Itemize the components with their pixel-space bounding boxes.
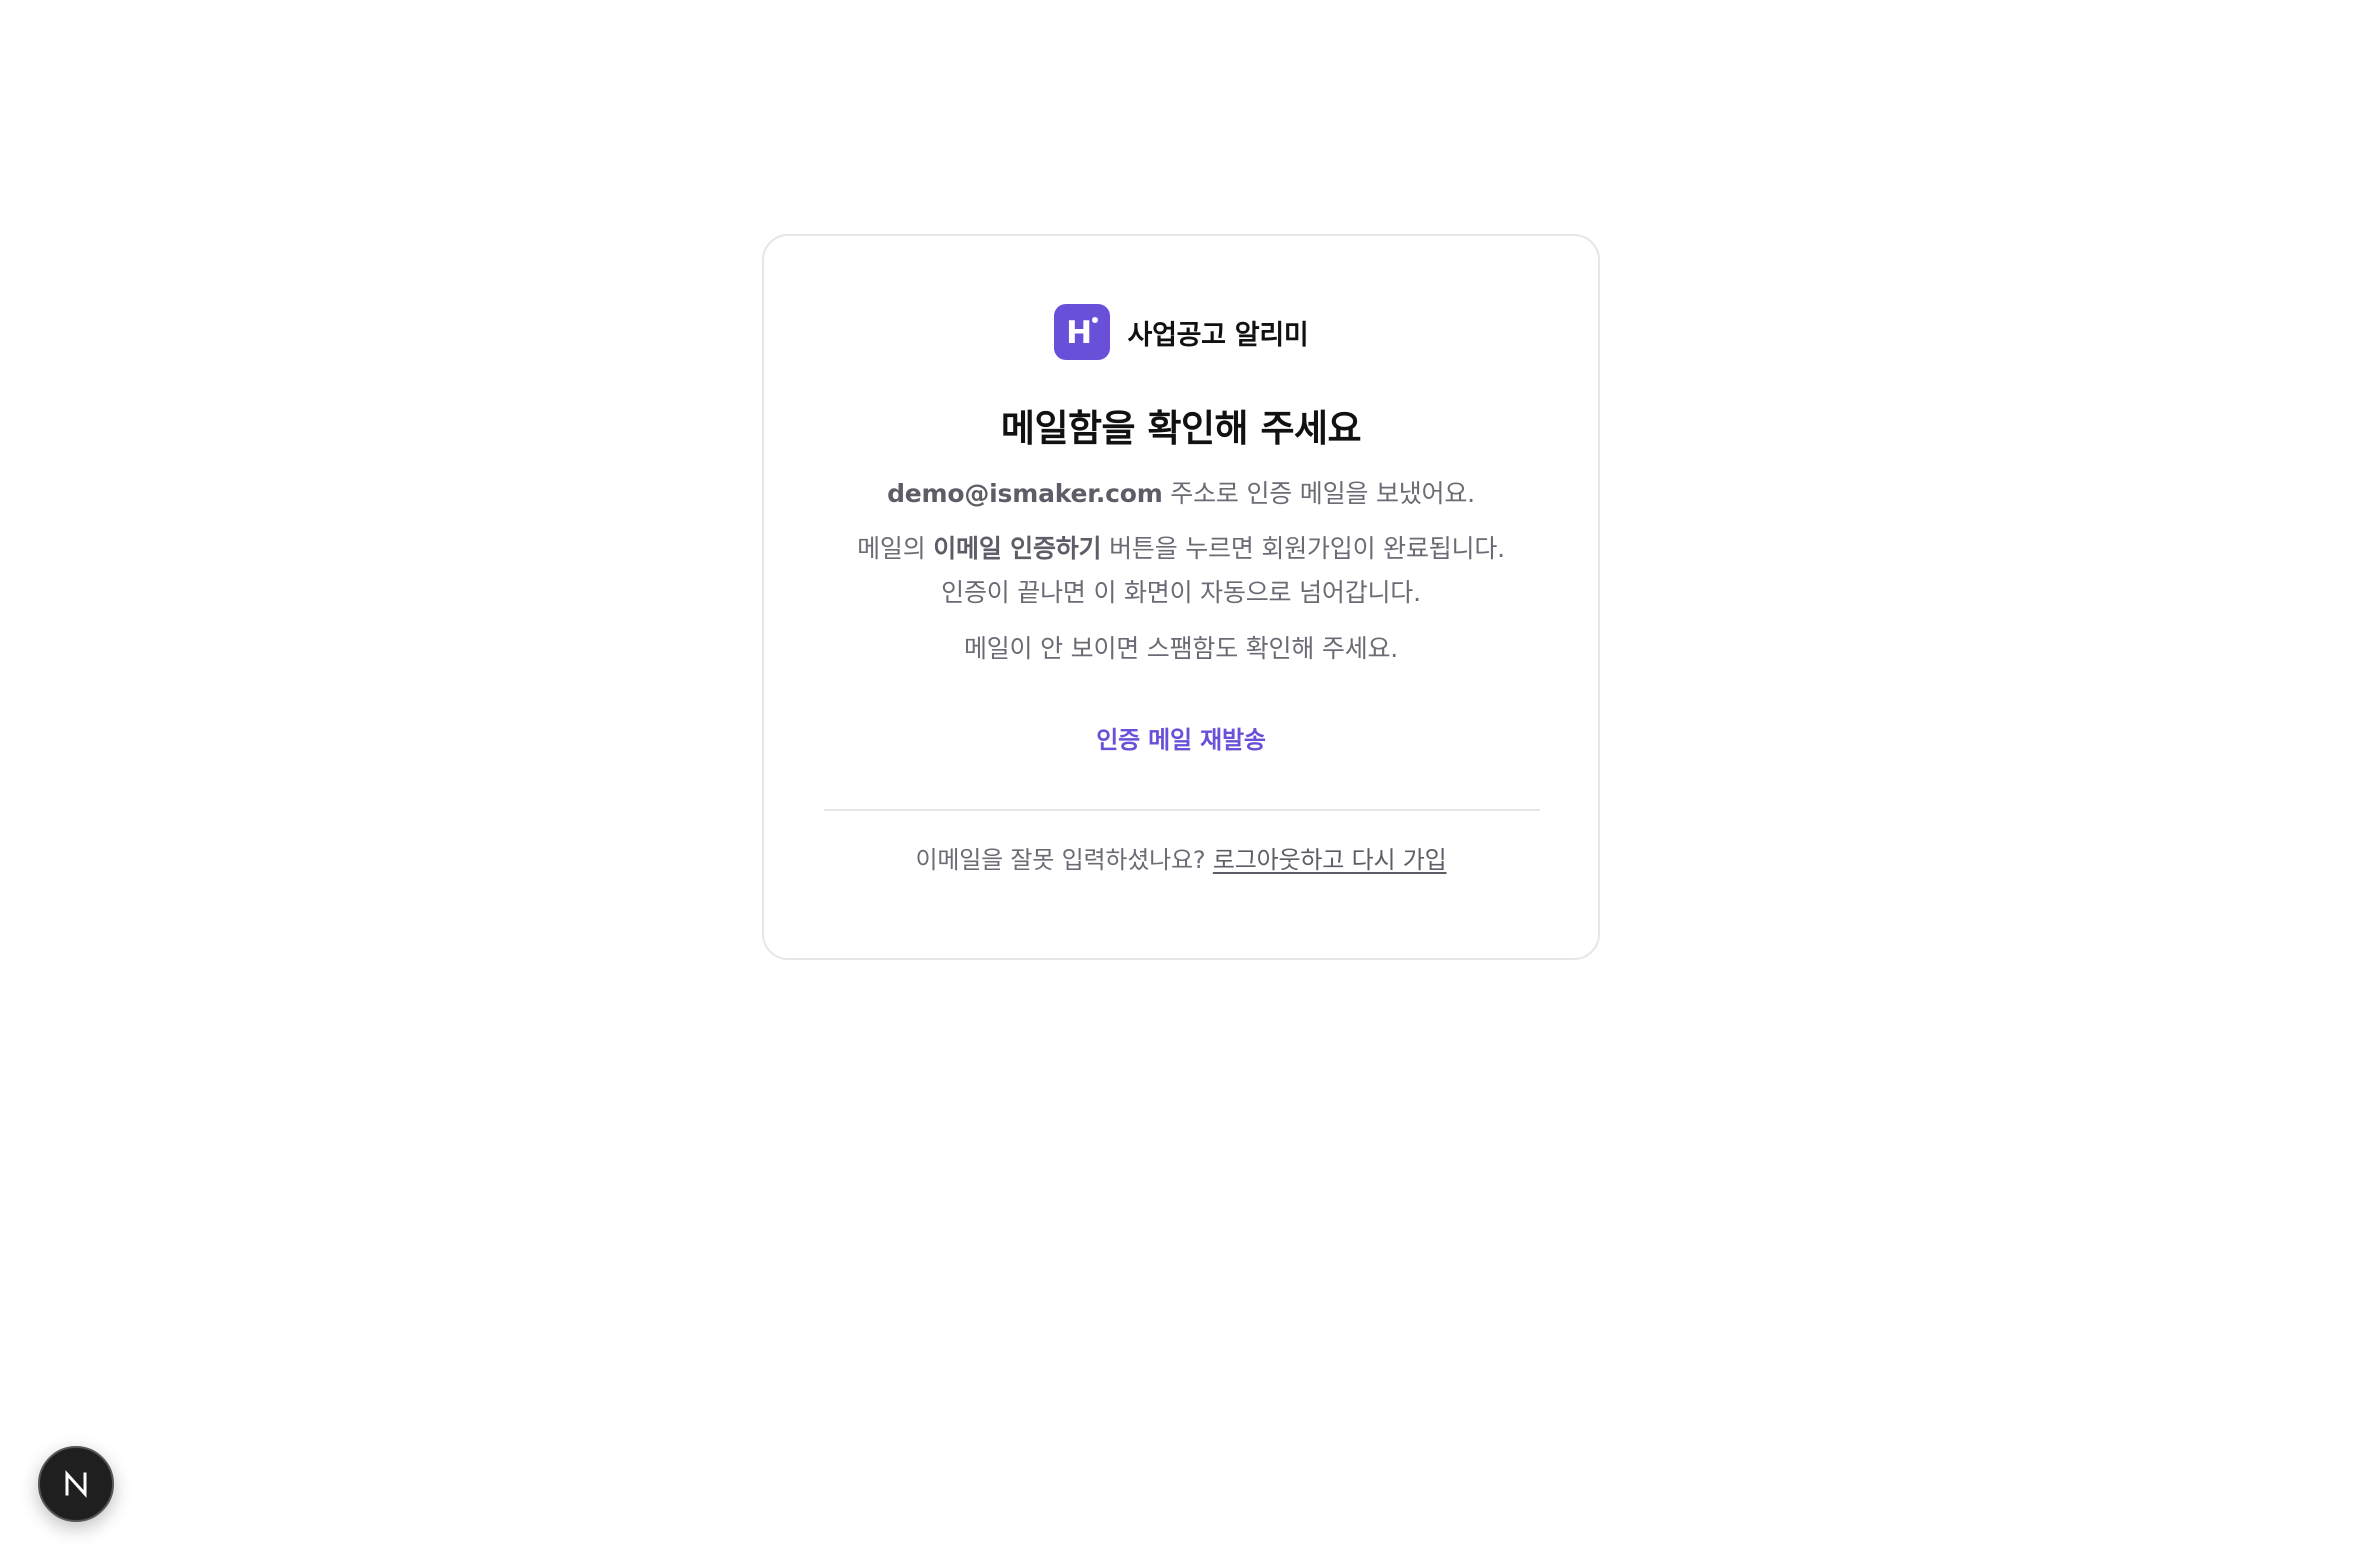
logo-letter: H: [1066, 314, 1093, 351]
auto-redirect-message: 인증이 끝나면 이 화면이 자동으로 넘어갑니다.: [941, 578, 1421, 607]
instruction-suffix: 버튼을 누르면 회원가입이 완료됩니다.: [1101, 534, 1505, 563]
logout-and-signup-link[interactable]: 로그아웃하고 다시 가입: [1213, 846, 1447, 874]
logo-dot: [1091, 317, 1098, 323]
instruction-message: 메일의 이메일 인증하기 버튼을 누르면 회원가입이 완료됩니다.: [764, 529, 1598, 565]
sent-message-text: 주소로 인증 메일을 보냈어요.: [1162, 479, 1475, 508]
sent-message: demo@ismaker.com 주소로 인증 메일을 보냈어요.: [764, 474, 1598, 510]
brand-name: 사업공고 알리미: [1127, 319, 1309, 351]
verify-email-card: H 사업공고 알리미 메일함을 확인해 주세요 demo@ismaker.com…: [762, 234, 1600, 960]
nextjs-dev-tools-button[interactable]: [38, 1446, 114, 1522]
resend-email-button[interactable]: 인증 메일 재발송: [764, 720, 1598, 755]
brand-logo-icon: H: [1053, 304, 1110, 360]
page-title: 메일함을 확인해 주세요: [1000, 407, 1362, 450]
instruction-prefix: 메일의: [857, 534, 934, 563]
nextjs-n-icon: [65, 1470, 87, 1498]
page: H 사업공고 알리미 메일함을 확인해 주세요 demo@ismaker.com…: [0, 0, 2360, 1560]
user-email: demo@ismaker.com: [887, 479, 1163, 508]
footer-question: 이메일을 잘못 입력하셨나요?: [915, 846, 1213, 874]
brand-header: H 사업공고 알리미: [764, 304, 1598, 360]
instruction-button-name: 이메일 인증하기: [933, 534, 1102, 563]
spam-hint-message: 메일이 안 보이면 스팸함도 확인해 주세요.: [963, 634, 1399, 663]
divider: [824, 809, 1540, 811]
footer-message: 이메일을 잘못 입력하셨나요? 로그아웃하고 다시 가입: [764, 840, 1598, 875]
